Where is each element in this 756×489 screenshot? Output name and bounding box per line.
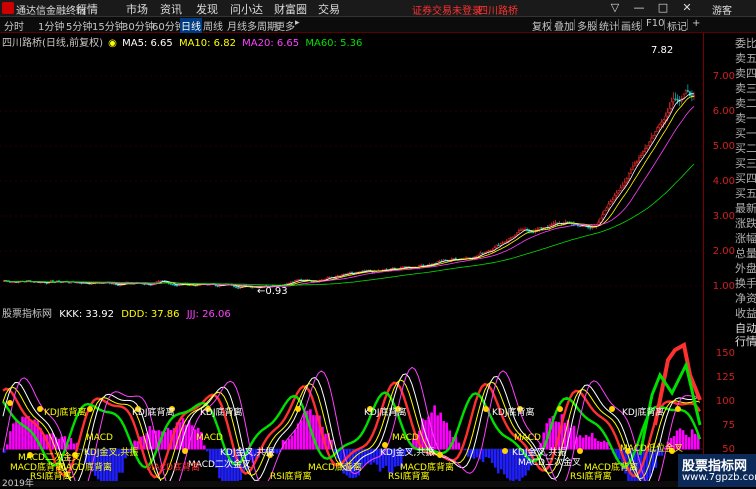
dropdown-icon[interactable]: ▽ [606, 1, 624, 14]
stock-name-title: 四川路桥 [478, 6, 518, 17]
menu-item-ask[interactable]: 问小达 [230, 1, 263, 17]
minimize-icon[interactable]: — [630, 1, 648, 14]
menu-item-quotes[interactable]: 行情 [76, 1, 98, 17]
period-toolbar: 分时 1分钟 5分钟 15分钟 30分钟 60分钟 日线 周线 月线 多周期 更… [0, 17, 756, 33]
maximize-icon[interactable]: □ [654, 1, 672, 14]
signal-macd: MACD [392, 433, 419, 443]
quote-label-bid1: 买一 [735, 127, 756, 140]
menu-item-trade[interactable]: 交易 [318, 1, 340, 17]
signal-kdj-bottom: KDJ底背离 [200, 408, 243, 418]
quote-label-ask5: 卖五 [735, 52, 756, 65]
quote-label-bid3: 买三 [735, 157, 756, 170]
add-button[interactable]: + [692, 18, 700, 29]
period-5min[interactable]: 5分钟 [66, 18, 92, 33]
quote-label-eps: 收益 [735, 307, 756, 320]
auto-quote-toggle-label[interactable]: 行情 [735, 335, 756, 348]
quote-label-ask4: 卖四 [735, 67, 756, 80]
signal-macd-low-cross: MACD低位金叉 [620, 444, 683, 454]
quote-label-ask2: 卖二 [735, 97, 756, 110]
axis-divider [703, 33, 704, 481]
quote-label-volume: 总量 [735, 247, 756, 260]
time-axis [0, 481, 703, 487]
menu-item-wealth[interactable]: 财富圈 [274, 1, 307, 17]
quote-label-turnover: 换手 [735, 277, 756, 290]
app-logo-icon [2, 2, 14, 14]
quote-label-bid2: 买二 [735, 142, 756, 155]
price-panel[interactable]: 四川路桥(日线,前复权) ◉ MA5: 6.65 MA10: 6.82 MA20… [0, 33, 703, 303]
signal-kdj-bottom: KDJ底背离 [132, 408, 175, 418]
signal-macd-bottom: MACD底背离 [146, 463, 200, 473]
more-chevron-icon[interactable]: ▸ [295, 18, 300, 28]
multi-stock-button[interactable]: 多股 [577, 18, 597, 33]
menu-item-news[interactable]: 资讯 [160, 1, 182, 17]
mark-button[interactable]: 标记 [667, 18, 687, 33]
watermark: 股票指标网 www.7gpzb.com [678, 454, 756, 487]
signal-macd: MACD [86, 433, 113, 443]
signal-kdj-bottom: KDJ底背离 [622, 408, 665, 418]
guest-label[interactable]: 游客 [712, 2, 732, 17]
indicator-panel[interactable]: 股票指标网 KKK: 33.92 DDD: 37.86 JJJ: 26.06 K… [0, 305, 703, 482]
quote-label-ask1: 卖一 [735, 112, 756, 125]
signal-macd-bottom: MACD底背离 [308, 463, 362, 473]
quote-label-bid5: 买五 [735, 187, 756, 200]
quote-label-last: 最新 [735, 202, 756, 215]
signal-kdj-bottom: KDJ底背离 [364, 408, 407, 418]
watermark-url: www.7gpzb.com [682, 472, 756, 483]
year-label: 2019年 [2, 479, 34, 489]
high-annotation: 7.82 [651, 45, 674, 56]
adjust-button[interactable]: 复权 [532, 18, 552, 33]
menu-bar: 通达信金融终端 行情 市场 资讯 发现 问小达 财富圈 交易 证券交易未登录 四… [0, 0, 756, 17]
period-tick[interactable]: 分时 [4, 18, 24, 33]
period-daily[interactable]: 日线 [180, 18, 202, 33]
overlay-button[interactable]: 叠加 [554, 18, 574, 33]
signal-macd-second-cross: MACD二次金叉 [518, 458, 581, 468]
quote-label-netassets: 净资 [735, 292, 756, 305]
signal-kdj-bottom: KDJ底背离 [492, 408, 535, 418]
signal-kdj-bottom: KDJ底背离 [44, 408, 87, 418]
auto-quote-toggle[interactable]: 自动 [735, 322, 756, 335]
period-monthly[interactable]: 月线 [227, 18, 247, 33]
quote-label-pct: 涨幅 [735, 232, 756, 245]
period-15min[interactable]: 15分钟 [92, 18, 125, 33]
quote-side-panel: 委比 卖五 卖四 卖三 卖二 卖一 买一 买二 买三 买四 买五 最新 涨跌 涨… [705, 33, 756, 487]
period-1min[interactable]: 1分钟 [38, 18, 64, 33]
period-more[interactable]: 更多 [275, 18, 295, 33]
close-icon[interactable]: ✕ [678, 1, 696, 14]
signal-kdj-cross: KDJ金叉,共振 [380, 448, 435, 458]
f10-button[interactable]: F10 [646, 18, 664, 29]
quote-label-change: 涨跌 [735, 217, 756, 230]
quote-label-bid4: 买四 [735, 172, 756, 185]
draw-line-button[interactable]: 画线 [621, 18, 641, 33]
period-multi[interactable]: 多周期 [247, 18, 277, 33]
candlestick-chart[interactable] [0, 33, 703, 303]
signal-kdj-cross: KDJ金叉,共振 [84, 448, 139, 458]
period-30min[interactable]: 30分钟 [122, 18, 155, 33]
quote-label-order-ratio: 委比 [735, 37, 756, 50]
stats-button[interactable]: 统计 [599, 18, 619, 33]
login-status[interactable]: 证券交易未登录 [412, 2, 482, 17]
period-weekly[interactable]: 周线 [203, 18, 223, 33]
menu-item-market[interactable]: 市场 [126, 1, 148, 17]
low-annotation: ←0.93 [257, 286, 288, 297]
candles [3, 84, 695, 290]
quote-label-outer: 外盘 [735, 262, 756, 275]
signal-macd: MACD [196, 433, 223, 443]
signal-macd: MACD [514, 433, 541, 443]
quote-label-ask3: 卖三 [735, 82, 756, 95]
menu-item-discover[interactable]: 发现 [196, 1, 218, 17]
